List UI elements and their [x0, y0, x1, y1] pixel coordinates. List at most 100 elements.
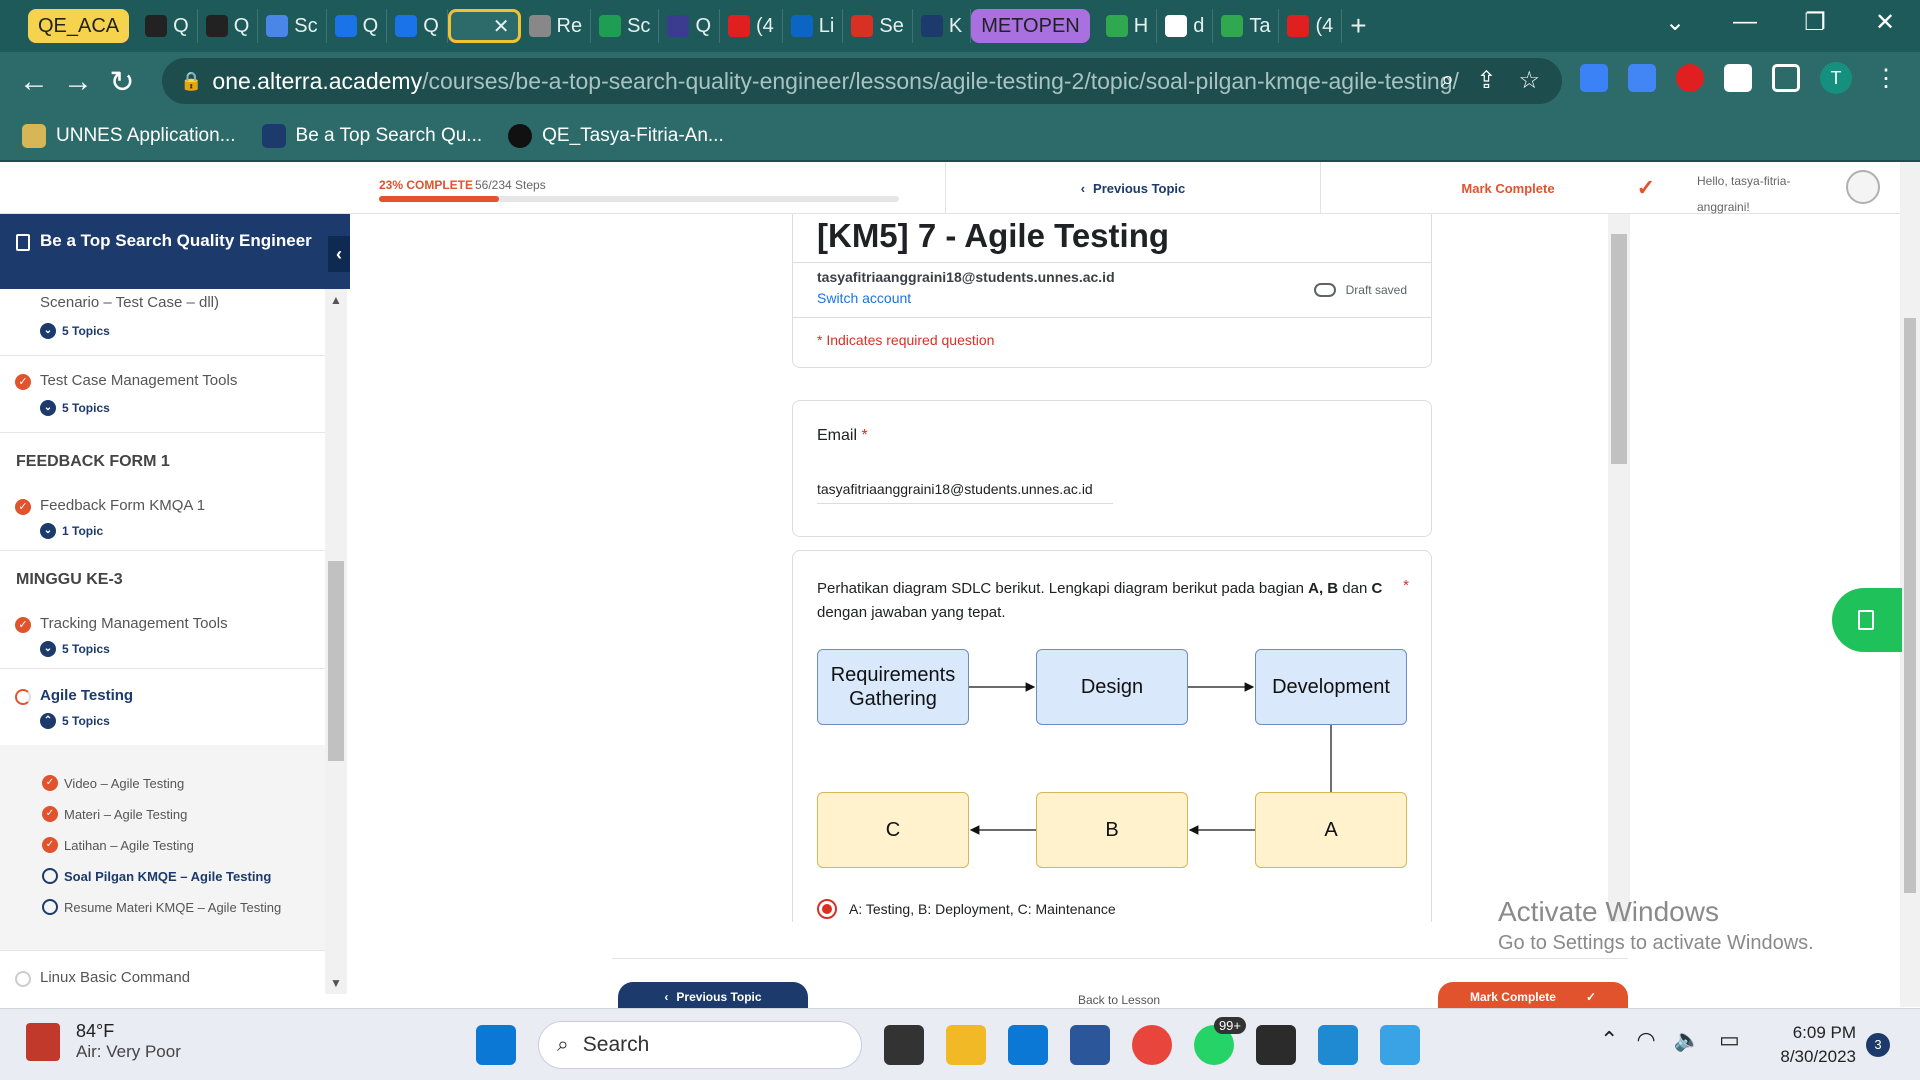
- wifi-icon[interactable]: ◠: [1636, 1027, 1655, 1053]
- scroll-thumb[interactable]: [1904, 318, 1916, 893]
- browser-tab[interactable]: (4: [1279, 9, 1343, 43]
- browser-tab[interactable]: Q: [387, 9, 448, 43]
- lesson-item-test-case-tools[interactable]: ✓ Test Case Management Tools ⌄ 5 Topics: [0, 356, 325, 433]
- profile-avatar[interactable]: T: [1820, 62, 1852, 94]
- word-icon[interactable]: [1070, 1025, 1110, 1065]
- tab-label: Q: [695, 14, 711, 37]
- restore-button[interactable]: ❐: [1780, 8, 1850, 37]
- email-label: Email *: [817, 427, 868, 445]
- browser-tab[interactable]: QE_ACA: [28, 9, 130, 43]
- scroll-down-icon[interactable]: ▼: [330, 976, 342, 990]
- tab-search-icon[interactable]: ⌄: [1640, 8, 1710, 37]
- previous-topic-link[interactable]: ‹ Previous Topic: [945, 162, 1320, 214]
- scroll-thumb[interactable]: [328, 561, 344, 761]
- browser-tab[interactable]: METOPEN: [971, 9, 1090, 43]
- file-explorer-icon[interactable]: [946, 1025, 986, 1065]
- paint-icon[interactable]: [1380, 1025, 1420, 1065]
- topics-toggle[interactable]: ⌄ 5 Topics: [40, 323, 110, 339]
- browser-tab[interactable]: Q: [137, 9, 198, 43]
- terminal-icon[interactable]: [1256, 1025, 1296, 1065]
- collapse-sidebar-button[interactable]: ‹: [328, 236, 350, 272]
- browser-tab[interactable]: (4: [720, 9, 783, 43]
- browser-tab[interactable]: Se: [843, 9, 913, 43]
- scroll-up-icon[interactable]: ▲: [330, 293, 342, 307]
- bookmark-star-icon[interactable]: ☆: [1518, 66, 1540, 95]
- floating-chat-button[interactable]: [1832, 588, 1902, 652]
- browser-tab[interactable]: Q: [198, 9, 259, 43]
- address-bar[interactable]: 🔒 one.alterra.academy /courses/be-a-top-…: [162, 58, 1562, 104]
- browser-tab[interactable]: Re: [521, 9, 592, 43]
- browser-tab[interactable]: H: [1098, 9, 1158, 43]
- topics-toggle[interactable]: ⌄ 5 Topics: [40, 641, 110, 657]
- translate-icon[interactable]: [1628, 64, 1656, 92]
- share-icon[interactable]: ⇪: [1476, 66, 1496, 95]
- radio-selected-icon[interactable]: [817, 899, 837, 919]
- close-window-button[interactable]: ✕: [1850, 8, 1920, 37]
- forward-icon[interactable]: →: [56, 65, 100, 99]
- zoom-icon[interactable]: ⌕: [1441, 66, 1454, 95]
- browser-tab[interactable]: Sc: [591, 9, 660, 43]
- clock[interactable]: 6:09 PM 8/30/2023: [1770, 1021, 1856, 1069]
- back-icon[interactable]: ←: [12, 65, 56, 99]
- topics-toggle[interactable]: ⌄ 1 Topic: [40, 523, 103, 539]
- back-to-lesson-link[interactable]: Back to Lesson: [1078, 993, 1160, 1007]
- user-avatar[interactable]: [1846, 170, 1880, 204]
- email-field[interactable]: tasyafitriaanggraini18@students.unnes.ac…: [817, 481, 1113, 504]
- side-panel-icon[interactable]: [1772, 64, 1800, 92]
- tab-favicon-icon: [728, 15, 750, 37]
- browser-tab[interactable]: d: [1157, 9, 1214, 43]
- lesson-item[interactable]: Scenario – Test Case – dll) ⌄ 5 Topics: [0, 289, 325, 356]
- vscode-icon[interactable]: [1318, 1025, 1358, 1065]
- mark-complete-link[interactable]: Mark Complete ✓: [1320, 162, 1695, 214]
- browser-tab[interactable]: Sc: [258, 9, 327, 43]
- scroll-thumb[interactable]: [1611, 234, 1627, 464]
- task-view-icon[interactable]: [884, 1025, 924, 1065]
- reload-icon[interactable]: ↻: [100, 65, 144, 100]
- whatsapp-icon[interactable]: 99+: [1194, 1017, 1246, 1065]
- sidebar-scrollbar[interactable]: ▲ ▼: [325, 289, 347, 994]
- topics-toggle[interactable]: ⌃ 5 Topics: [40, 713, 110, 729]
- lesson-item-feedback-form[interactable]: ✓ Feedback Form KMQA 1 ⌄ 1 Topic: [0, 479, 325, 551]
- page-scrollbar[interactable]: [1900, 162, 1920, 1007]
- bookmark-github[interactable]: QE_Tasya-Fitria-An...: [508, 124, 724, 148]
- switch-account-link[interactable]: Switch account: [817, 290, 911, 306]
- answer-option-selected[interactable]: A: Testing, B: Deployment, C: Maintenanc…: [817, 899, 1116, 919]
- lesson-item-agile-testing[interactable]: Agile Testing ⌃ 5 Topics: [0, 669, 325, 745]
- battery-icon[interactable]: ▭: [1719, 1027, 1740, 1053]
- puzzle-icon[interactable]: [1724, 64, 1752, 92]
- topics-toggle[interactable]: ⌄ 5 Topics: [40, 400, 110, 416]
- windows-start-icon[interactable]: [476, 1025, 516, 1065]
- tab-favicon-icon: [920, 15, 943, 37]
- browser-tab[interactable]: Q: [327, 9, 388, 43]
- tray-expand-icon[interactable]: ⌃: [1600, 1027, 1618, 1053]
- form-scrollbar[interactable]: [1608, 214, 1630, 922]
- bookmark-course[interactable]: Be a Top Search Qu...: [261, 124, 482, 148]
- extension-icon[interactable]: [1580, 64, 1608, 92]
- subtopic-item[interactable]: ✓ Materi – Agile Testing: [42, 806, 187, 822]
- browser-tab[interactable]: Li: [783, 9, 844, 43]
- adblock-icon[interactable]: [1676, 64, 1704, 92]
- tab-close-icon[interactable]: ✕: [493, 14, 510, 39]
- subtopic-item[interactable]: Resume Materi KMQE – Agile Testing: [42, 899, 281, 915]
- subtopic-item[interactable]: ✓ Video – Agile Testing: [42, 775, 184, 791]
- account-email: tasyafitriaanggraini18@students.unnes.ac…: [817, 269, 1115, 285]
- bookmark-unnes[interactable]: UNNES Application...: [22, 124, 236, 148]
- menu-icon[interactable]: ⋮: [1872, 64, 1900, 92]
- browser-tab[interactable]: Q: [659, 9, 720, 43]
- lesson-item-linux[interactable]: Linux Basic Command: [0, 950, 325, 994]
- browser-tab[interactable]: K: [913, 9, 972, 43]
- lesson-item-tracking-tools[interactable]: ✓ Tracking Management Tools ⌄ 5 Topics: [0, 597, 325, 669]
- lock-icon: 🔒: [180, 70, 203, 91]
- weather-widget[interactable]: 84°F Air: Very Poor: [26, 1021, 181, 1062]
- taskbar-search[interactable]: ⌕ Search: [538, 1021, 862, 1069]
- volume-icon[interactable]: 🔈: [1674, 1027, 1701, 1053]
- minimize-button[interactable]: —: [1710, 8, 1780, 36]
- subtopic-item[interactable]: ✓ Latihan – Agile Testing: [42, 837, 194, 853]
- notification-badge[interactable]: 3: [1866, 1033, 1890, 1057]
- browser-tab[interactable]: Ta: [1213, 9, 1280, 43]
- new-tab-button[interactable]: +: [1342, 9, 1374, 43]
- subtopic-item-current[interactable]: Soal Pilgan KMQE – Agile Testing: [42, 868, 271, 884]
- browser-tab[interactable]: ✕: [447, 9, 521, 43]
- chrome-icon[interactable]: [1132, 1025, 1172, 1065]
- app-l-icon[interactable]: [1008, 1025, 1048, 1065]
